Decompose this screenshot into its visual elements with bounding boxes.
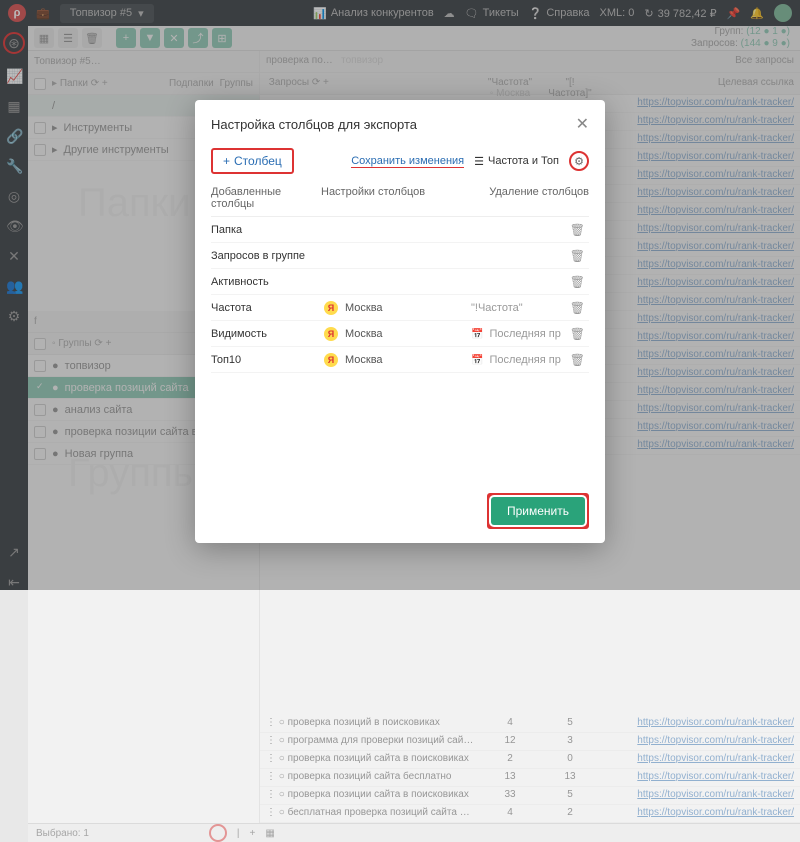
- table-row[interactable]: ⋮ ○ бесплатная проверка позиций сайта в …: [260, 805, 800, 823]
- column-config-row: ЧастотаЯМосква"!Частота"🗑: [211, 295, 589, 321]
- col-settings-header: Настройки столбцов: [321, 186, 471, 210]
- table-row[interactable]: ⋮ ○ программа для проверки позиций сайта…: [260, 733, 800, 751]
- table-row[interactable]: ⋮ ○ проверка позиций сайта в поисковиках…: [260, 751, 800, 769]
- save-changes-link[interactable]: Сохранить изменения: [351, 155, 464, 168]
- delete-column-icon[interactable]: 🗑: [566, 275, 589, 289]
- close-icon[interactable]: ✕: [576, 114, 589, 134]
- highlighted-action[interactable]: [209, 824, 227, 842]
- table-row[interactable]: ⋮ ○ проверка позиции сайта в поисковиках…: [260, 787, 800, 805]
- column-config-row: ВидимостьЯМоскваПоследняя пр🗑: [211, 321, 589, 347]
- freq-top-toggle[interactable]: ☰ Частота и Топ: [474, 155, 559, 168]
- add-column-button[interactable]: + Столбец: [211, 148, 294, 174]
- delete-column-icon[interactable]: 🗑: [566, 327, 589, 341]
- status-bar: Выбрано: 1 | + ▦: [28, 823, 800, 842]
- column-config-row: Запросов в группе🗑: [211, 243, 589, 269]
- column-config-row: Активность🗑: [211, 269, 589, 295]
- table-row[interactable]: ⋮ ○ проверка позиций сайта бесплатно1313…: [260, 769, 800, 787]
- apply-button[interactable]: Применить: [491, 497, 585, 525]
- status-grid[interactable]: ▦: [265, 828, 274, 839]
- delete-column-icon[interactable]: 🗑: [566, 353, 589, 367]
- yandex-badge: Я: [324, 301, 338, 315]
- col-delete-header: Удаление столбцов: [471, 186, 589, 210]
- export-columns-modal: Настройка столбцов для экспорта ✕ + Стол…: [195, 100, 605, 543]
- column-config-row: Топ10ЯМоскваПоследняя пр🗑: [211, 347, 589, 373]
- delete-column-icon[interactable]: 🗑: [566, 301, 589, 315]
- modal-overlay: Настройка столбцов для экспорта ✕ + Стол…: [0, 0, 800, 590]
- delete-column-icon[interactable]: 🗑: [566, 249, 589, 263]
- yandex-badge: Я: [324, 327, 338, 341]
- status-add[interactable]: +: [250, 828, 256, 839]
- delete-column-icon[interactable]: 🗑: [566, 223, 589, 237]
- col-added-header: Добавленные столбцы: [211, 186, 321, 210]
- selected-count: Выбрано: 1: [36, 828, 89, 839]
- table-row[interactable]: ⋮ ○ проверка позиций в поисковиках45http…: [260, 715, 800, 733]
- modal-title: Настройка столбцов для экспорта: [211, 117, 417, 132]
- settings-gear-icon[interactable]: ⚙: [569, 151, 589, 171]
- yandex-badge: Я: [324, 353, 338, 367]
- column-config-row: Папка🗑: [211, 217, 589, 243]
- status-divider: |: [237, 828, 240, 839]
